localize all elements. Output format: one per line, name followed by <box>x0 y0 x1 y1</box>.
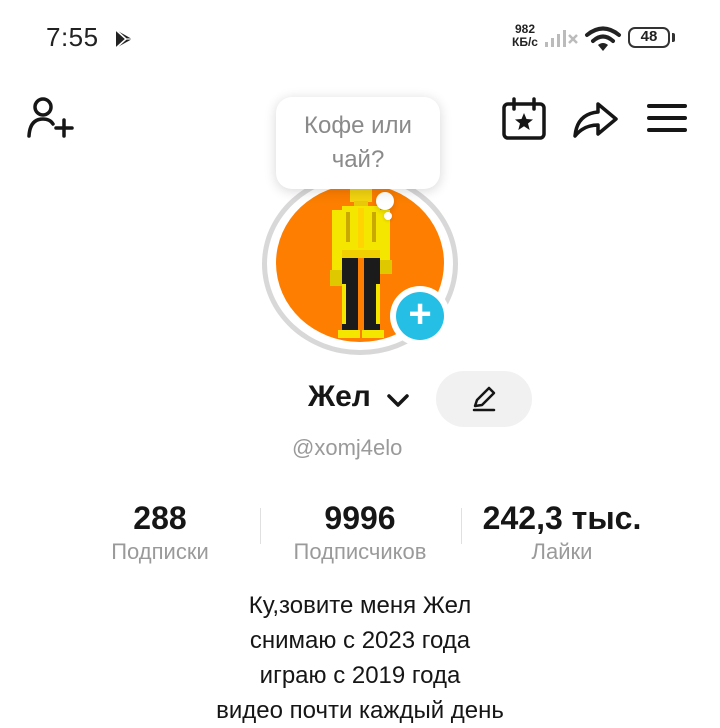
stat-following-label: Подписки <box>111 539 209 564</box>
bio-line: снимаю с 2023 года <box>249 627 471 654</box>
profile-bio: Ку,зовите меня Жел снимаю с 2023 года иг… <box>0 588 720 728</box>
bubble-text-line2: чай? <box>331 146 385 173</box>
stat-followers-value: 9996 <box>324 500 396 536</box>
status-note-bubble[interactable]: Кофе или чай? <box>276 97 440 189</box>
menu-icon[interactable] <box>644 98 690 138</box>
battery-indicator: 48 <box>628 27 670 48</box>
stat-followers[interactable]: 9996 Подписчиков <box>270 498 450 566</box>
display-name[interactable]: Жел <box>308 380 371 414</box>
username[interactable]: @xomj4elo <box>292 435 402 461</box>
stat-following[interactable]: 288 Подписки <box>80 498 240 566</box>
bubble-tail-small <box>384 212 392 220</box>
share-icon[interactable] <box>570 96 620 142</box>
chevron-down-icon[interactable] <box>385 387 411 413</box>
stat-divider <box>260 508 261 544</box>
edit-profile-button[interactable] <box>436 371 532 427</box>
bubble-tail <box>376 192 394 210</box>
stat-followers-label: Подписчиков <box>293 539 427 564</box>
stat-likes-value: 242,3 тыс. <box>482 500 642 536</box>
play-store-icon <box>115 29 132 49</box>
stat-likes-label: Лайки <box>531 539 593 564</box>
battery-tip <box>672 33 675 42</box>
pencil-icon <box>472 386 496 412</box>
calendar-star-icon[interactable] <box>500 96 548 142</box>
bio-line: Ку,зовите меня Жел <box>248 592 472 619</box>
stat-following-value: 288 <box>133 500 187 536</box>
status-time: 7:55 <box>46 22 99 52</box>
network-speed: 982 КБ/с <box>508 23 542 49</box>
signal-icon <box>545 30 578 47</box>
wifi-icon <box>585 26 621 51</box>
add-story-button[interactable]: + <box>390 286 450 346</box>
add-friend-icon[interactable] <box>26 96 78 142</box>
network-speed-unit: КБ/с <box>512 35 538 49</box>
bio-line: играю с 2019 года <box>259 662 461 689</box>
bubble-text-line1: Кофе или <box>304 112 412 139</box>
bio-line: видео почти каждый день <box>216 697 504 724</box>
plus-icon: + <box>396 292 444 340</box>
stat-likes[interactable]: 242,3 тыс. Лайки <box>462 498 662 566</box>
